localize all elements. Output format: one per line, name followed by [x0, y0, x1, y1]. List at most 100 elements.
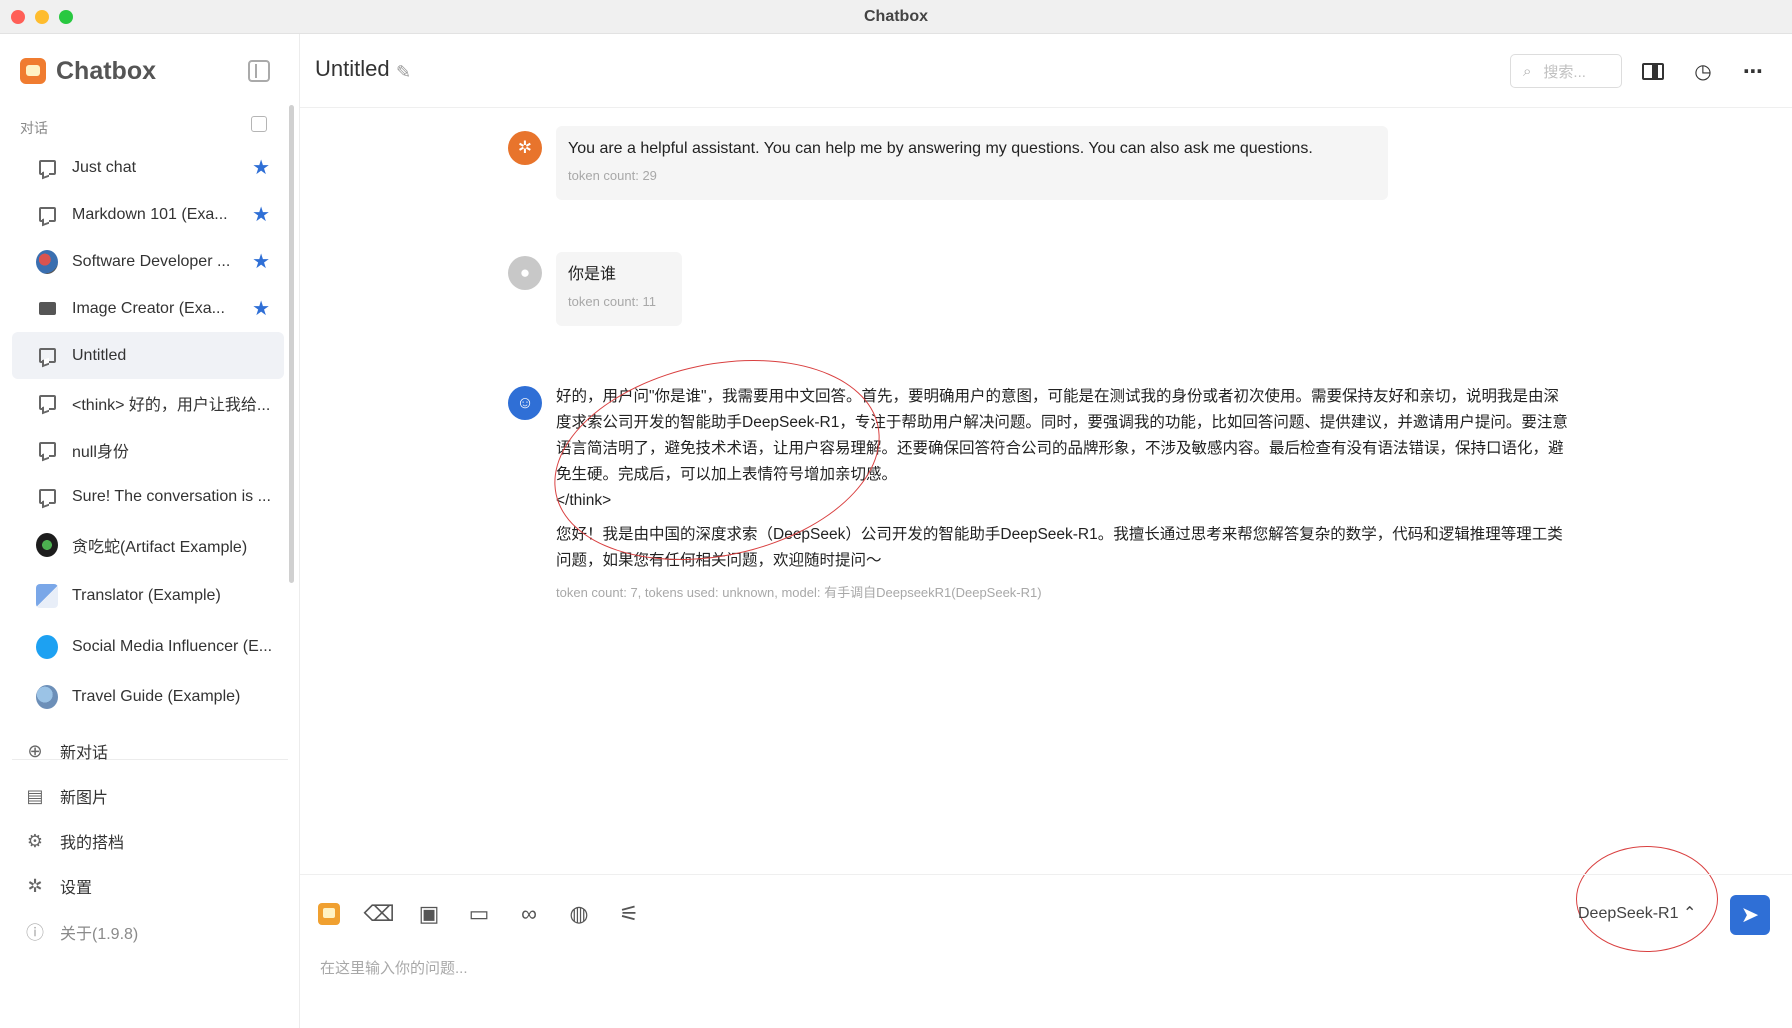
image-icon: ▣	[418, 901, 440, 926]
sliders-icon: ⚟	[619, 901, 639, 926]
chat-icon	[36, 204, 58, 226]
new-image-label: 新图片	[60, 790, 109, 807]
image-icon	[36, 298, 58, 320]
conversation-item[interactable]: Markdown 101 (Exa... ★	[12, 191, 284, 238]
conversations-section-label: 对话	[20, 120, 48, 136]
sidebar-scrollbar[interactable]	[289, 105, 294, 583]
pencil-icon[interactable]: ✎	[396, 62, 411, 83]
send-icon: ➤	[1740, 902, 1760, 927]
model-selector[interactable]: DeepSeek-R1 ⌃	[1578, 903, 1696, 923]
snake-avatar-icon	[36, 533, 58, 557]
brand: Chatbox	[20, 56, 156, 86]
columns-icon	[1642, 62, 1664, 80]
chat-icon	[36, 439, 58, 461]
search-input[interactable]: ⌕ 搜索...	[1510, 54, 1622, 88]
new-chat-label: 新对话	[60, 745, 109, 762]
conversation-item[interactable]: Image Creator (Exa... ★	[12, 285, 284, 332]
system-message-bubble: You are a helpful assistant. You can hel…	[556, 126, 1388, 200]
conversation-label: Social Media Influencer (E...	[72, 638, 273, 655]
chat-icon	[36, 392, 58, 414]
search-placeholder: 搜索...	[1543, 63, 1586, 81]
chat-settings-button[interactable]: ⚟	[616, 901, 642, 927]
folder-icon: ▭	[468, 901, 490, 926]
assistant-message-body: 好的，用户问"你是谁"，我需要用中文回答。首先，要明确用户的意图，可能是在测试我…	[556, 384, 1570, 601]
conversation-item-selected[interactable]: Untitled	[12, 332, 284, 379]
gear-icon: ✲	[27, 875, 43, 896]
conversation-label: Markdown 101 (Exa...	[72, 205, 228, 223]
copilot-button[interactable]	[316, 901, 342, 927]
think-close-tag: </think>	[556, 492, 612, 509]
send-button[interactable]: ➤	[1730, 895, 1770, 935]
header: Untitled ✎ ⌕ 搜索... ◷ ⋯	[300, 34, 1792, 108]
copilot-icon	[318, 903, 340, 925]
star-icon[interactable]: ★	[252, 155, 270, 180]
conversation-label: Image Creator (Exa...	[72, 299, 225, 317]
my-copilots-label: 我的搭档	[60, 835, 125, 852]
conversation-label: Translator (Example)	[72, 587, 221, 604]
conversation-item[interactable]: Just chat ★	[12, 144, 284, 191]
star-icon[interactable]: ★	[252, 249, 270, 274]
conversation-item[interactable]: Travel Guide (Example)	[12, 672, 284, 722]
robot-icon: ⚙	[26, 830, 44, 851]
split-view-button[interactable]	[1640, 58, 1666, 84]
conversation-label: <think> 好的，用户让我给...	[72, 396, 271, 414]
more-options-button[interactable]: ⋯	[1740, 58, 1766, 84]
new-image-button[interactable]: ▤ 新图片	[24, 782, 108, 810]
my-copilots-button[interactable]: ⚙ 我的搭档	[24, 827, 124, 855]
star-icon[interactable]: ★	[252, 202, 270, 227]
link-icon: ∞	[521, 901, 537, 926]
collapse-sidebar-icon[interactable]	[248, 60, 270, 82]
conversation-item[interactable]: Software Developer ... ★	[12, 238, 284, 285]
attach-link-button[interactable]: ∞	[516, 901, 542, 927]
title-bar: Chatbox	[0, 0, 1792, 34]
info-icon: ⓘ	[26, 923, 44, 943]
new-chat-button[interactable]: ⊕ 新对话	[24, 737, 108, 765]
system-message-meta: token count: 29	[568, 168, 657, 183]
system-gear-icon: ✲	[508, 131, 542, 165]
clear-conversations-icon[interactable]	[251, 116, 267, 132]
about-label: 关于(1.9.8)	[60, 926, 139, 943]
ellipsis-icon: ⋯	[1743, 60, 1763, 83]
sidebar: Chatbox 对话 Just chat ★ Markdown 101 (Exa…	[0, 34, 300, 1028]
chatbox-logo-icon	[20, 58, 46, 84]
globe-avatar-icon	[36, 685, 58, 709]
conversation-item[interactable]: Sure! The conversation is ...	[12, 473, 284, 520]
history-button[interactable]: ◷	[1690, 58, 1716, 84]
conversation-label: Just chat	[72, 158, 137, 176]
assistant-avatar-icon: ☺	[508, 386, 542, 420]
assistant-answer-text: 您好！我是由中国的深度求索（DeepSeek）公司开发的智能助手DeepSeek…	[556, 526, 1563, 569]
conversation-item[interactable]: <think> 好的，用户让我给...	[12, 379, 284, 426]
conversation-label: 贪吃蛇(Artifact Example)	[72, 539, 248, 556]
globe-icon: ◍	[569, 901, 589, 926]
conversation-label: null身份	[72, 443, 129, 461]
chat-icon	[36, 345, 58, 367]
conversation-label: Travel Guide (Example)	[72, 688, 241, 705]
image-plus-icon: ▤	[26, 785, 44, 806]
conversation-item[interactable]: Social Media Influencer (E...	[12, 622, 284, 672]
eraser-icon: ⌫	[363, 901, 395, 926]
star-icon[interactable]: ★	[252, 296, 270, 321]
conversation-label: Software Developer ...	[72, 252, 231, 270]
conversation-label: Untitled	[72, 346, 127, 364]
message-input[interactable]: 在这里输入你的问题...	[320, 957, 468, 978]
about-button[interactable]: ⓘ 关于(1.9.8)	[24, 918, 138, 946]
conversation-item[interactable]: Translator (Example)	[12, 570, 284, 622]
conversation-item[interactable]: 贪吃蛇(Artifact Example)	[12, 520, 284, 570]
clear-context-button[interactable]: ⌫	[363, 901, 395, 927]
chat-icon	[36, 157, 58, 179]
user-message-meta: token count: 11	[568, 294, 656, 309]
settings-label: 设置	[60, 880, 93, 897]
plus-circle-icon: ⊕	[27, 740, 43, 761]
search-icon: ⌕	[1523, 62, 1532, 80]
chat-icon	[36, 486, 58, 508]
web-search-button[interactable]: ◍	[566, 901, 592, 927]
twitter-avatar-icon	[36, 635, 58, 659]
user-avatar-icon: ●	[508, 256, 542, 290]
assistant-think-text: 好的，用户问"你是谁"，我需要用中文回答。首先，要明确用户的意图，可能是在测试我…	[556, 388, 1568, 483]
window-title: Chatbox	[864, 8, 928, 25]
conversation-list: Just chat ★ Markdown 101 (Exa... ★ Softw…	[0, 144, 288, 722]
conversation-item[interactable]: null身份	[12, 426, 284, 473]
settings-button[interactable]: ✲ 设置	[24, 872, 92, 900]
attach-file-button[interactable]: ▭	[466, 901, 492, 927]
attach-image-button[interactable]: ▣	[416, 901, 442, 927]
